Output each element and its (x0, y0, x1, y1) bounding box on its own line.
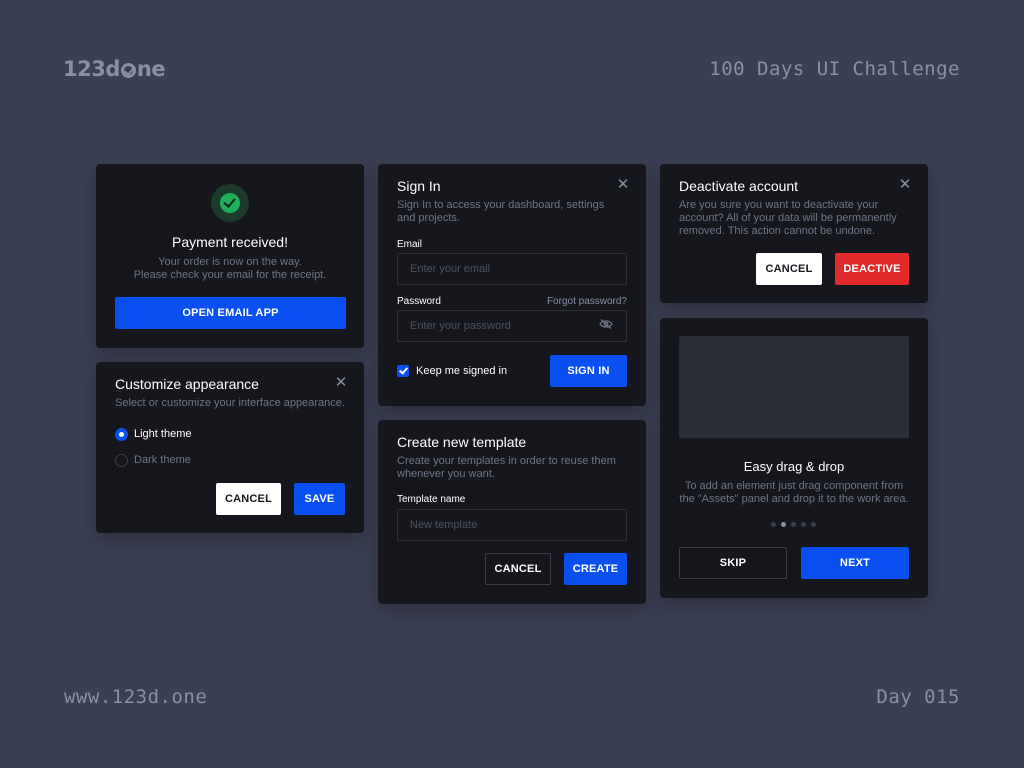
create-template-card: Create new template Create your template… (378, 420, 646, 604)
sign-in-card: Sign In ✕ Sign In to access your dashboa… (378, 164, 646, 406)
payment-received-card: Payment received! Your order is now on t… (96, 164, 364, 348)
success-check-icon (211, 184, 249, 222)
close-icon[interactable]: ✕ (898, 177, 912, 192)
email-label: Email (397, 239, 423, 250)
template-name-label: Template name (397, 494, 466, 505)
open-email-app-button[interactable]: OPEN EMAIL APP (115, 297, 346, 329)
customize-appearance-card: Customize appearance ✕ Select or customi… (96, 362, 364, 533)
onboarding-title: Easy drag & drop (743, 459, 845, 474)
appearance-subtitle: Select or customize your interface appea… (115, 397, 345, 409)
payment-line-1: Your order is now on the way. (158, 256, 302, 268)
deactivate-account-card: Deactivate account ✕ Are you sure you wa… (660, 164, 928, 303)
website-url: www.123d.one (64, 686, 208, 708)
logo-check-icon (120, 62, 136, 78)
forgot-password-link[interactable]: Forgot password? (547, 296, 627, 307)
create-button[interactable]: CREATE (564, 553, 627, 585)
deactivate-button[interactable]: DEACTIVE (835, 253, 909, 285)
step-dot[interactable] (771, 522, 776, 527)
keep-signed-in-checkbox[interactable] (397, 365, 409, 377)
dark-theme-radio[interactable] (115, 454, 128, 467)
light-theme-radio[interactable] (115, 428, 128, 441)
sign-in-title: Sign In (397, 178, 441, 194)
sign-in-subtitle: Sign In to access your dashboard, settin… (397, 199, 605, 224)
step-dot[interactable] (801, 522, 806, 527)
step-indicator (771, 522, 816, 527)
cancel-button[interactable]: CANCEL (485, 553, 551, 585)
payment-line-2: Please check your email for the receipt. (133, 269, 327, 281)
day-number: Day 015 (876, 686, 960, 708)
illustration-placeholder (679, 336, 909, 438)
payment-title: Payment received! (172, 234, 288, 250)
eye-off-icon[interactable] (599, 319, 613, 329)
template-subtitle: Create your templates in order to reuse … (397, 455, 616, 480)
deactivate-title: Deactivate account (679, 178, 799, 194)
brand-logo: 123d ne (63, 57, 166, 81)
keep-signed-in-label[interactable]: Keep me signed in (416, 365, 507, 377)
email-field[interactable] (397, 253, 627, 285)
sign-in-button[interactable]: SIGN IN (550, 355, 627, 387)
password-field[interactable] (397, 310, 627, 342)
challenge-title: 100 Days UI Challenge (709, 58, 960, 80)
close-icon[interactable]: ✕ (334, 375, 348, 390)
skip-button[interactable]: SKIP (679, 547, 787, 579)
cancel-button[interactable]: CANCEL (216, 483, 281, 515)
template-name-field[interactable] (397, 509, 627, 541)
onboarding-card: Easy drag & drop To add an element just … (660, 318, 928, 598)
light-theme-label[interactable]: Light theme (134, 428, 191, 440)
onboarding-subtitle: To add an element just drag component fr… (679, 480, 909, 505)
dark-theme-label[interactable]: Dark theme (134, 454, 191, 466)
step-dot[interactable] (791, 522, 796, 527)
close-icon[interactable]: ✕ (616, 177, 630, 192)
password-label: Password (397, 296, 441, 307)
password-field-wrapper (397, 310, 627, 342)
cancel-button[interactable]: CANCEL (756, 253, 822, 285)
template-title: Create new template (397, 434, 527, 450)
appearance-title: Customize appearance (115, 376, 259, 392)
deactivate-warning: Are you sure you want to deactivate your… (679, 199, 897, 237)
save-button[interactable]: SAVE (294, 483, 345, 515)
step-dot-active[interactable] (781, 522, 786, 527)
step-dot[interactable] (811, 522, 816, 527)
next-button[interactable]: NEXT (801, 547, 909, 579)
